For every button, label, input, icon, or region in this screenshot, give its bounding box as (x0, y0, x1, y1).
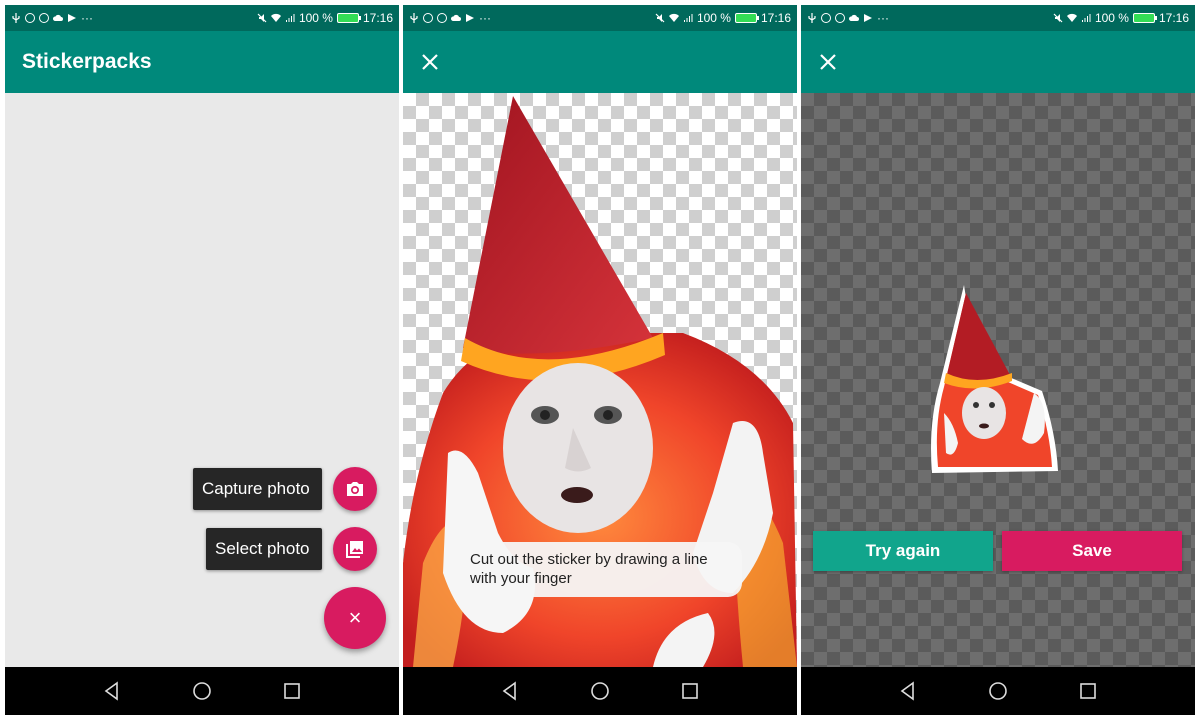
more-dots-icon: ··· (81, 11, 93, 25)
status-left-icons: ··· (11, 11, 93, 25)
recents-icon[interactable] (1077, 680, 1099, 702)
back-icon[interactable] (101, 680, 123, 702)
signal-icon (683, 14, 693, 22)
wifi-icon (1066, 13, 1077, 22)
select-photo-button[interactable] (333, 527, 377, 571)
status-bar: ··· 100 % 17:16 (801, 5, 1195, 31)
status-right-icons: 100 % 17:16 (655, 11, 791, 25)
flag-icon (68, 14, 76, 22)
usb-icon (410, 13, 418, 23)
close-icon[interactable] (419, 51, 441, 73)
close-icon: × (348, 605, 362, 630)
usb-icon (12, 13, 20, 23)
b-circle-icon (821, 13, 831, 23)
back-icon[interactable] (897, 680, 919, 702)
photo-library-icon (346, 541, 363, 558)
recents-icon[interactable] (281, 680, 303, 702)
select-photo-label[interactable]: Select photo (206, 528, 322, 570)
battery-icon (336, 13, 361, 23)
chrome-icon (835, 13, 845, 23)
flag-icon (466, 14, 474, 22)
close-fab-button[interactable]: × (324, 587, 386, 649)
home-icon[interactable] (589, 680, 611, 702)
app-bar (801, 31, 1195, 93)
chrome-icon (437, 13, 447, 23)
nav-bar (801, 667, 1195, 715)
screen-stickerpacks: ··· 100 % 17:16 Stickerpacks Capture pho… (5, 5, 399, 715)
home-icon[interactable] (191, 680, 213, 702)
status-bar: ··· 100 % 17:16 (5, 5, 399, 31)
more-dots-icon: ··· (877, 11, 889, 25)
capture-photo-label[interactable]: Capture photo (193, 468, 322, 510)
flag-icon (864, 14, 872, 22)
recents-icon[interactable] (679, 680, 701, 702)
app-bar: Stickerpacks (5, 31, 399, 93)
back-icon[interactable] (499, 680, 521, 702)
capture-photo-button[interactable] (333, 467, 377, 511)
try-again-button[interactable]: Try again (813, 531, 993, 571)
status-time: 17:16 (1158, 11, 1189, 25)
instruction-tooltip: Cut out the sticker by drawing a line wi… (456, 542, 742, 597)
camera-icon (347, 482, 363, 496)
app-title: Stickerpacks (22, 50, 152, 73)
cloud-icon (451, 14, 461, 21)
signal-icon (1081, 14, 1091, 22)
status-bar: ··· 100 % 17:16 (403, 5, 797, 31)
status-time: 17:16 (362, 11, 393, 25)
cloud-icon (53, 14, 63, 21)
battery-icon (1132, 13, 1157, 23)
status-right-icons: 100 % 17:16 (257, 11, 393, 25)
sticker-preview (931, 285, 1058, 473)
save-button[interactable]: Save (1002, 531, 1182, 571)
mute-icon (1053, 13, 1063, 23)
cloud-icon (849, 14, 859, 21)
signal-icon (285, 14, 295, 22)
home-icon[interactable] (987, 680, 1009, 702)
sticker-list-area: Capture photo Select photo × (5, 93, 399, 667)
chrome-icon (39, 13, 49, 23)
status-right-icons: 100 % 17:16 (1053, 11, 1189, 25)
screen-sticker-result: ··· 100 % 17:16 Try again Save (801, 5, 1195, 715)
more-dots-icon: ··· (479, 11, 491, 25)
app-bar (403, 31, 797, 93)
mute-icon (655, 13, 665, 23)
nav-bar (5, 667, 399, 715)
status-left-icons: ··· (807, 11, 889, 25)
sticker-preview-area: Try again Save (801, 93, 1195, 667)
battery-icon (734, 13, 759, 23)
close-icon[interactable] (817, 51, 839, 73)
nav-bar (403, 667, 797, 715)
battery-percent: 100 % (696, 11, 731, 25)
status-time: 17:16 (760, 11, 791, 25)
mute-icon (257, 13, 267, 23)
wifi-icon (668, 13, 679, 22)
b-circle-icon (423, 13, 433, 23)
status-left-icons: ··· (409, 11, 491, 25)
wifi-icon (270, 13, 281, 22)
screen-cut-sticker: ··· 100 % 17:16 Cut out the sticker by d… (403, 5, 797, 715)
battery-percent: 100 % (1094, 11, 1129, 25)
battery-percent: 100 % (298, 11, 333, 25)
b-circle-icon (25, 13, 35, 23)
usb-icon (808, 13, 816, 23)
photo-canvas[interactable]: Cut out the sticker by drawing a line wi… (403, 93, 797, 667)
